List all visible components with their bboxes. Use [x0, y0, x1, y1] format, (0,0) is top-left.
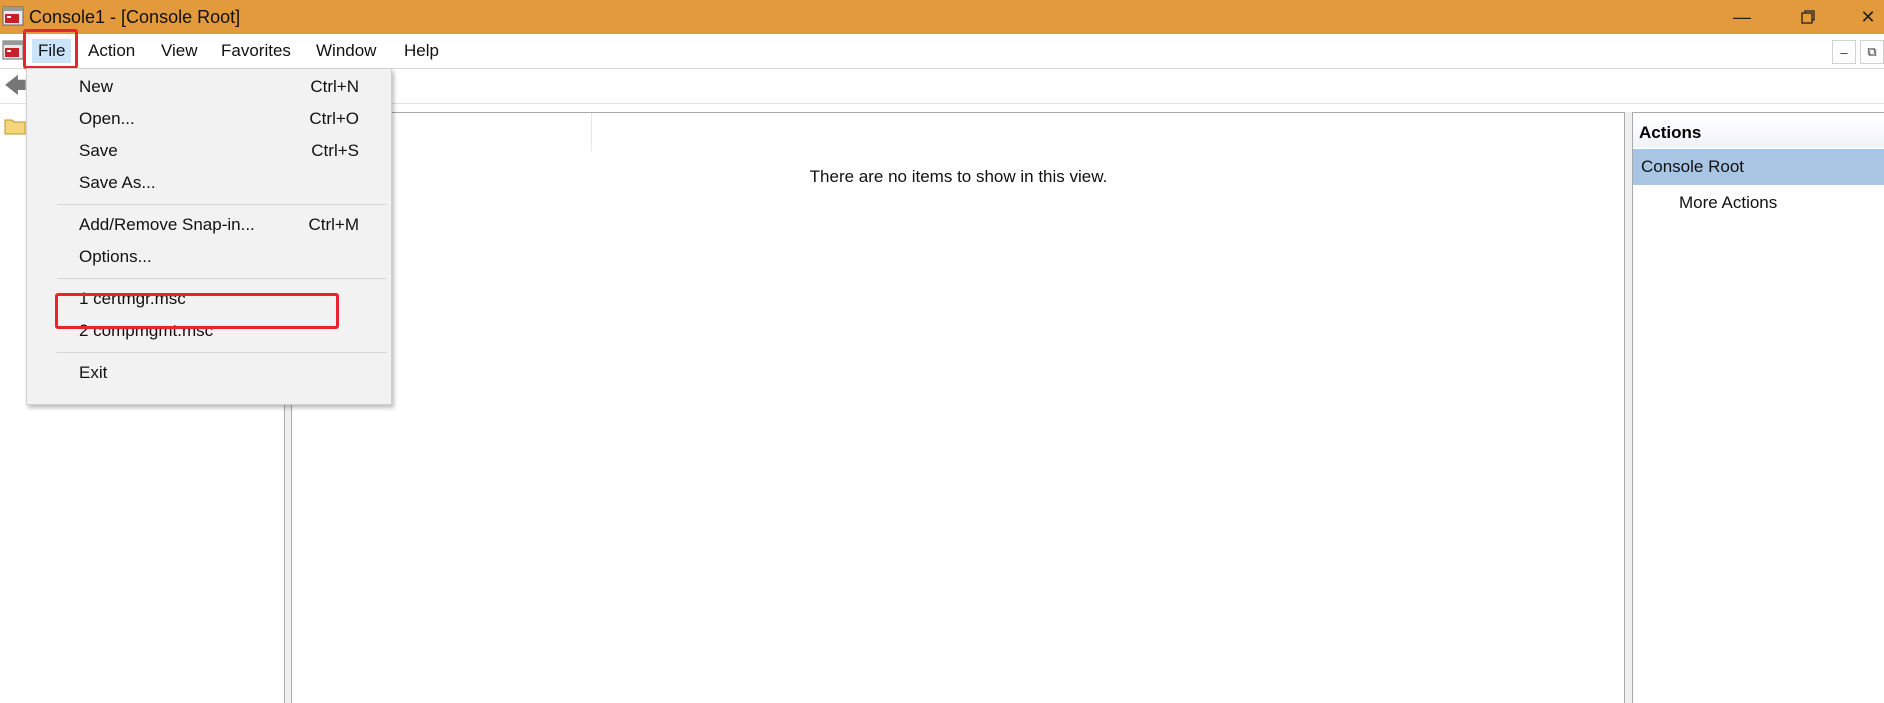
menu-item-save-as[interactable]: Save As...: [27, 169, 391, 199]
actions-section-console-root[interactable]: Console Root: [1633, 149, 1884, 185]
menu-item-label: Exit: [79, 363, 108, 382]
back-arrow-icon[interactable]: 🡄: [4, 75, 27, 97]
menu-item-label: Open...: [79, 109, 135, 128]
child-minimize-icon[interactable]: –: [1832, 40, 1856, 64]
menu-item-open[interactable]: Open... Ctrl+O: [27, 105, 391, 135]
menu-view[interactable]: View: [155, 39, 204, 63]
restore-icon[interactable]: [1788, 4, 1828, 30]
menu-action[interactable]: Action: [82, 39, 141, 63]
menu-item-shortcut: Ctrl+M: [308, 215, 359, 234]
title-bar: Console1 - [Console Root] — ✕: [0, 0, 1884, 34]
menu-item-exit[interactable]: Exit: [27, 359, 391, 389]
menu-separator: [57, 278, 387, 279]
menu-item-label: Save: [79, 141, 118, 160]
menu-help[interactable]: Help: [398, 39, 445, 63]
minimize-icon[interactable]: —: [1722, 4, 1762, 30]
certmgr-highlight: [55, 293, 339, 329]
menu-item-save[interactable]: Save Ctrl+S: [27, 137, 391, 167]
window-title: Console1 - [Console Root]: [29, 7, 241, 27]
menu-item-add-remove-snap-in[interactable]: Add/Remove Snap-in... Ctrl+M: [27, 211, 391, 241]
results-pane: There are no items to show in this view.: [292, 112, 1625, 703]
menu-separator: [57, 204, 387, 205]
console-window-icon[interactable]: [2, 39, 24, 61]
right-splitter[interactable]: [1625, 112, 1633, 703]
menu-item-label: Add/Remove Snap-in...: [79, 215, 255, 234]
menu-item-label: Options...: [79, 247, 152, 266]
menu-item-shortcut: Ctrl+N: [310, 77, 359, 96]
menu-item-label: New: [79, 77, 114, 96]
mmc-app-icon: [2, 6, 24, 26]
file-menu-highlight: [23, 29, 78, 69]
menu-window[interactable]: Window: [310, 39, 382, 63]
menu-item-options[interactable]: Options...: [27, 243, 391, 273]
child-restore-icon[interactable]: ⧉: [1860, 40, 1884, 64]
menu-item-new[interactable]: New Ctrl+N: [27, 73, 391, 103]
menu-favorites[interactable]: Favorites: [215, 39, 297, 63]
actions-pane: Actions Console Root More Actions: [1633, 112, 1884, 703]
close-icon[interactable]: ✕: [1852, 4, 1884, 30]
more-actions-link[interactable]: More Actions: [1679, 193, 1777, 213]
menu-item-shortcut: Ctrl+O: [309, 109, 359, 128]
menu-item-label: Save As...: [79, 173, 156, 192]
menu-separator: [57, 352, 387, 353]
folder-icon[interactable]: [4, 116, 26, 136]
menu-item-shortcut: Ctrl+S: [311, 141, 359, 160]
file-menu-dropdown: New Ctrl+N Open... Ctrl+O Save Ctrl+S Sa…: [26, 68, 392, 405]
empty-view-message: There are no items to show in this view.: [809, 167, 1108, 186]
actions-header: Actions: [1633, 119, 1884, 147]
menu-bar: File Action View Favorites Window Help: [0, 34, 1884, 69]
